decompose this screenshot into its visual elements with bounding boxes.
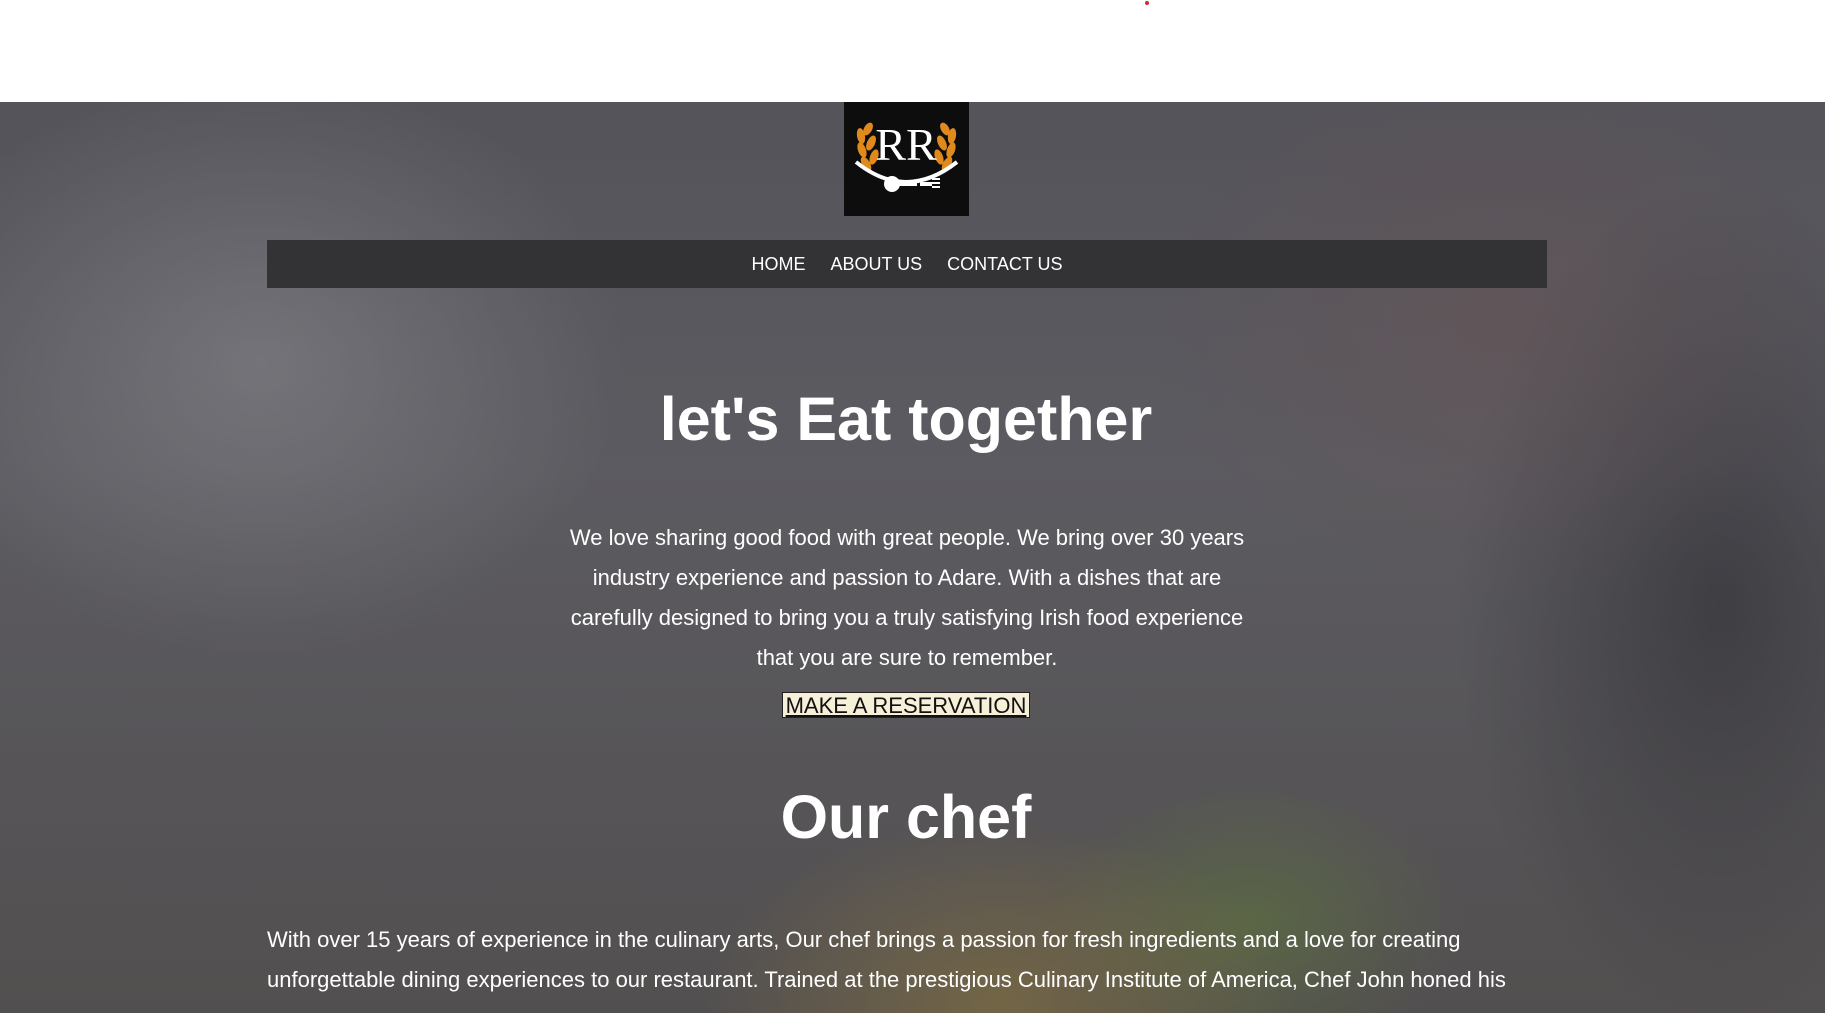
hero-section: RR HOME ABOUT US CONTACT US let's Eat to… [0,102,1825,1013]
top-white-bar [0,0,1825,102]
nav-home[interactable]: HOME [751,254,805,275]
nav-about-us[interactable]: ABOUT US [830,254,922,275]
nav-contact-us[interactable]: CONTACT US [947,254,1062,275]
main-nav: HOME ABOUT US CONTACT US [267,240,1547,288]
restaurant-logo-icon: RR [854,119,959,192]
chef-description: With over 15 years of experience in the … [267,927,1506,992]
hero-intro-text: We love sharing good food with great peo… [569,525,1245,670]
restaurant-logo[interactable]: RR [844,102,969,216]
hero-headline: let's Eat together [659,385,1153,453]
red-dot [1145,1,1149,5]
chef-section-title: Our chef [780,783,1032,851]
svg-text:RR: RR [875,119,937,170]
make-reservation-button[interactable]: MAKE A RESERVATION [782,692,1030,718]
